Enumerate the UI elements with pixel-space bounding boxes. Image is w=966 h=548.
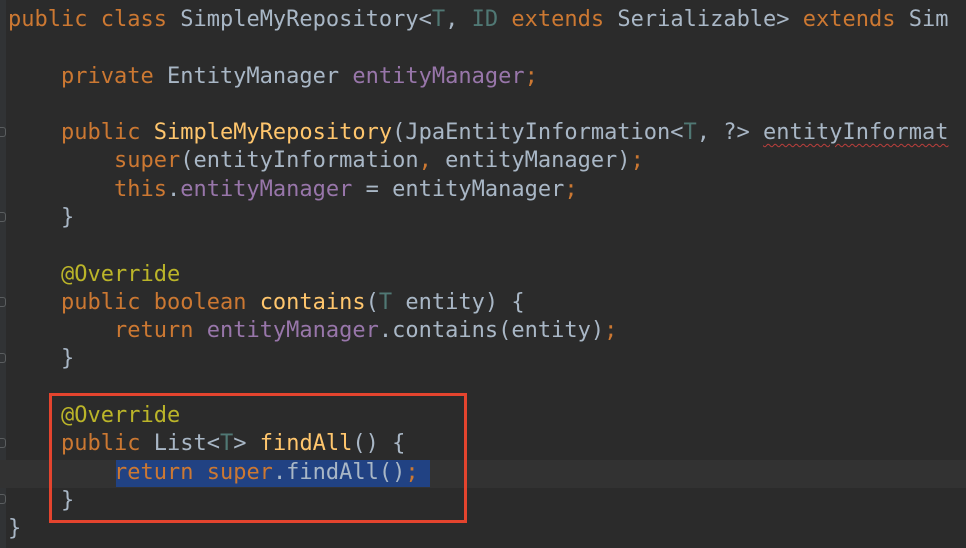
code-line-annotation[interactable]: @Override bbox=[8, 402, 180, 430]
annotation-override: @Override bbox=[60, 403, 181, 428]
field-entity-manager: entityManager bbox=[206, 318, 379, 343]
constructor-name: SimpleMyRepository bbox=[153, 120, 393, 145]
keyword-super: super bbox=[113, 148, 181, 173]
method-call: .contains(entity) bbox=[378, 318, 605, 343]
type-param-t: T bbox=[683, 120, 697, 145]
fold-marker-icon[interactable] bbox=[0, 494, 6, 504]
type-param-t: T bbox=[219, 431, 234, 456]
semicolon: ; bbox=[564, 177, 578, 202]
keyword-public: public bbox=[60, 431, 141, 456]
code-line-close-brace[interactable]: } bbox=[8, 204, 74, 232]
code-line-close-brace[interactable]: } bbox=[8, 345, 74, 373]
generic-open: < bbox=[418, 7, 432, 32]
field-entity-manager: entityManager bbox=[180, 177, 353, 202]
param-type-rest: , ?> bbox=[696, 120, 764, 145]
keyword-extends: extends bbox=[511, 7, 605, 32]
method-contains: contains bbox=[259, 290, 366, 315]
keyword-boolean: boolean bbox=[153, 290, 247, 315]
generic-comma: , bbox=[445, 7, 472, 32]
dot: . bbox=[166, 177, 181, 202]
paren-open: ( bbox=[365, 290, 379, 315]
field-entity-manager: entityManager bbox=[352, 64, 525, 89]
super-args: (entityInformation bbox=[180, 148, 419, 173]
keyword-return: return bbox=[113, 460, 194, 485]
close-brace: } bbox=[60, 346, 75, 371]
param-type: (JpaEntityInformation< bbox=[392, 120, 684, 145]
assignment: = entityManager bbox=[352, 177, 565, 202]
superclass-name: Sim bbox=[908, 7, 949, 32]
keyword-return: return bbox=[113, 318, 194, 343]
close-brace: } bbox=[8, 516, 22, 541]
keyword-private: private bbox=[60, 64, 154, 89]
semicolon: ; bbox=[604, 318, 618, 343]
keyword-super: super bbox=[206, 460, 273, 485]
keyword-extends: extends bbox=[802, 7, 896, 32]
semicolon: ; bbox=[524, 64, 538, 89]
code-line-assignment[interactable]: this.entityManager = entityManager; bbox=[8, 176, 578, 204]
fold-marker-icon[interactable] bbox=[0, 353, 6, 363]
fold-marker-icon[interactable] bbox=[0, 212, 6, 222]
type-serializable: Serializable> bbox=[617, 7, 790, 32]
comma: , bbox=[418, 148, 432, 173]
close-brace: } bbox=[60, 205, 75, 230]
code-line-close-brace[interactable]: } bbox=[8, 487, 74, 515]
type-param-id: ID bbox=[471, 7, 499, 32]
close-brace: } bbox=[60, 488, 75, 513]
keyword-this: this bbox=[113, 177, 167, 202]
keyword-public: public bbox=[8, 7, 88, 32]
fold-marker-icon[interactable] bbox=[0, 127, 6, 137]
type-list: List< bbox=[153, 431, 220, 456]
class-name: SimpleMyRepository bbox=[180, 7, 419, 32]
fold-marker-icon[interactable] bbox=[0, 297, 6, 307]
method-call: .findAll() bbox=[272, 460, 406, 485]
keyword-public: public bbox=[60, 290, 141, 315]
type-entity-manager: EntityManager bbox=[166, 64, 340, 89]
code-line-super-call[interactable]: super(entityInformation, entityManager); bbox=[8, 147, 644, 175]
annotation-override: @Override bbox=[60, 262, 181, 287]
code-line-class-close-brace[interactable]: } bbox=[8, 515, 21, 543]
param-name: entityInformat bbox=[763, 120, 949, 145]
super-args-rest: entityManager) bbox=[431, 148, 631, 173]
type-param-t: T bbox=[378, 290, 393, 315]
generic-close: > bbox=[233, 431, 260, 456]
code-line-class-declaration[interactable]: public class SimpleMyRepository<T, ID ex… bbox=[8, 6, 949, 34]
method-findall: findAll bbox=[259, 431, 353, 456]
semicolon: ; bbox=[405, 460, 419, 485]
param-rest: entity) { bbox=[392, 290, 525, 315]
keyword-class: class bbox=[100, 7, 167, 32]
code-editor[interactable]: public class SimpleMyRepository<T, ID ex… bbox=[0, 0, 966, 548]
params-brace: () { bbox=[352, 431, 406, 456]
code-line-findall-signature[interactable]: public List<T> findAll() { bbox=[8, 430, 405, 458]
type-param-t: T bbox=[431, 7, 446, 32]
code-line-constructor[interactable]: public SimpleMyRepository(JpaEntityInfor… bbox=[8, 119, 948, 147]
code-line-field[interactable]: private EntityManager entityManager; bbox=[8, 63, 538, 91]
code-line-contains-return[interactable]: return entityManager.contains(entity); bbox=[8, 317, 617, 345]
code-line-annotation[interactable]: @Override bbox=[8, 261, 180, 289]
code-line-contains-signature[interactable]: public boolean contains(T entity) { bbox=[8, 289, 525, 317]
code-line-findall-return[interactable]: return super.findAll(); bbox=[8, 459, 419, 487]
keyword-public: public bbox=[60, 120, 141, 145]
semicolon: ; bbox=[630, 148, 644, 173]
fold-marker-icon[interactable] bbox=[0, 438, 6, 448]
